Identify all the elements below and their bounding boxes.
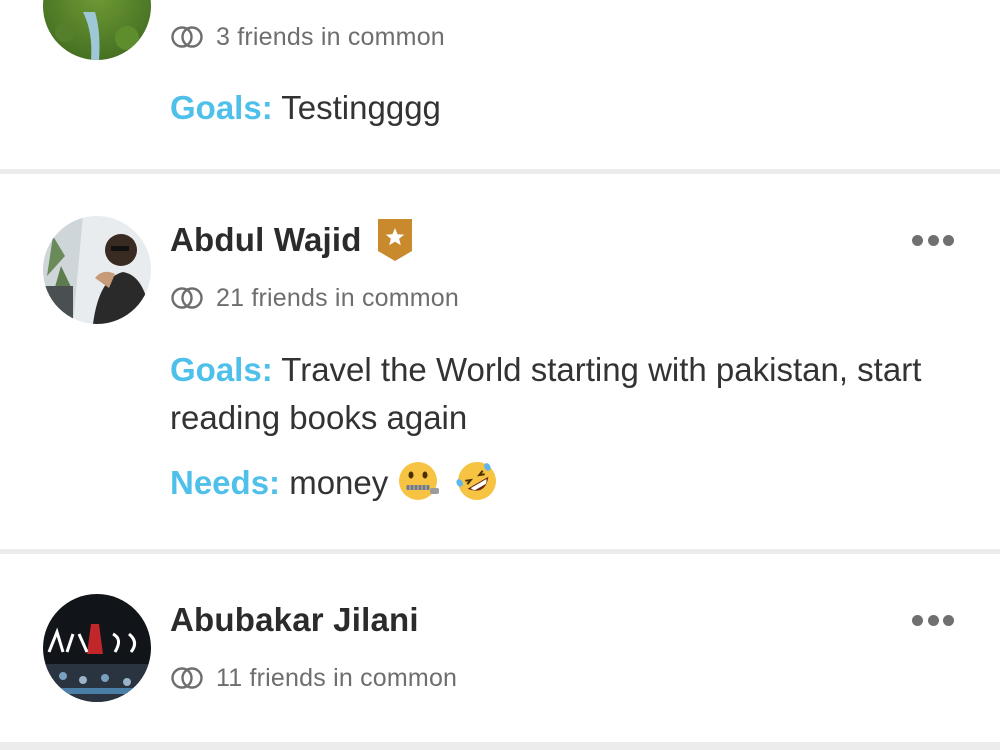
name-row: Abubakar Jilani (170, 596, 419, 644)
goals-label: Goals: (170, 89, 273, 126)
user-card[interactable]: Abubakar Jilani 11 friends in common (0, 554, 1000, 742)
needs-label: Needs: (170, 464, 281, 501)
user-name[interactable]: Abubakar Jilani (170, 601, 419, 639)
user-card[interactable]: Abdul Wajid 21 friends in common Goals: … (0, 174, 1000, 549)
overlapping-rings-icon (171, 667, 203, 689)
zipper-mouth-face-emoji (399, 462, 440, 501)
friends-in-common: 11 friends in common (170, 661, 457, 695)
friends-count-text: 3 friends in common (216, 22, 445, 51)
goals-text: Testingggg (272, 89, 441, 126)
more-options-button[interactable] (912, 233, 954, 247)
name-row: Abdul Wajid (170, 216, 412, 264)
user-card[interactable]: 3 friends in common Goals: Testingggg (0, 0, 1000, 169)
more-dots-icon (912, 234, 923, 246)
needs-line: Needs: money (170, 459, 960, 507)
user-avatar[interactable] (43, 216, 151, 324)
friend-suggestions-feed: 3 friends in common Goals: Testingggg Ab… (0, 0, 1000, 750)
friends-count-text: 11 friends in common (216, 663, 458, 692)
goals-line: Goals: Travel the World starting with pa… (170, 346, 960, 442)
user-avatar[interactable] (43, 0, 151, 60)
friends-count-text: 21 friends in common (216, 283, 460, 312)
user-name[interactable]: Abdul Wajid (170, 221, 362, 259)
friends-in-common: 21 friends in common (170, 281, 459, 315)
goals-text: Travel the World starting with pakistan,… (170, 351, 922, 436)
goals-label: Goals: (170, 351, 273, 388)
more-options-button[interactable] (912, 613, 954, 627)
rolling-on-floor-laughing-emoji (455, 462, 496, 501)
more-dots-icon (912, 614, 923, 626)
needs-text: money (280, 464, 389, 501)
overlapping-rings-icon (171, 26, 203, 48)
star-badge-icon (377, 219, 412, 261)
user-avatar[interactable] (43, 594, 151, 702)
friends-in-common: 3 friends in common (170, 20, 445, 54)
goals-line: Goals: Testingggg (170, 84, 960, 132)
overlapping-rings-icon (171, 287, 203, 309)
